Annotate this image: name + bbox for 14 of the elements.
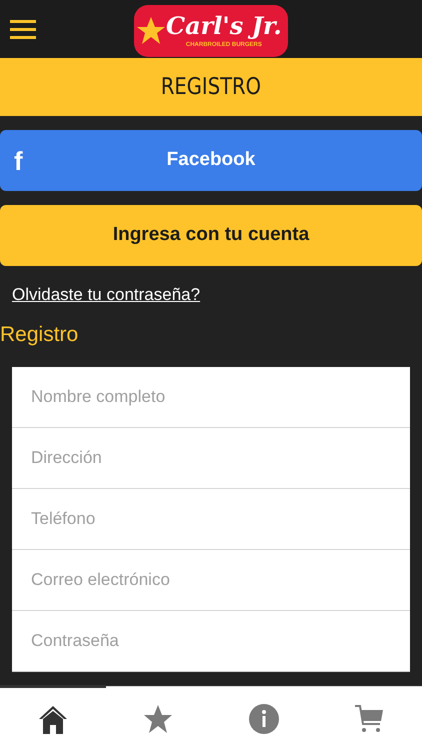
cart-icon <box>354 704 384 734</box>
logo-text: Carl's Jr. <box>166 14 282 38</box>
login-button[interactable]: Ingresa con tu cuenta <box>0 205 422 266</box>
star-icon <box>143 704 174 734</box>
forgot-password-link[interactable]: Olvidaste tu contraseña? <box>12 285 200 304</box>
facebook-button[interactable]: f Facebook <box>0 130 422 191</box>
input-field[interactable]: Nombre completo <box>12 367 410 428</box>
page-title: REGISTRO <box>160 72 262 102</box>
menu-button[interactable] <box>10 18 36 40</box>
home-icon <box>38 704 68 734</box>
facebook-icon: f <box>14 142 23 181</box>
star-icon <box>136 16 166 46</box>
section-title: Registro <box>0 322 80 348</box>
info-icon <box>248 704 279 734</box>
